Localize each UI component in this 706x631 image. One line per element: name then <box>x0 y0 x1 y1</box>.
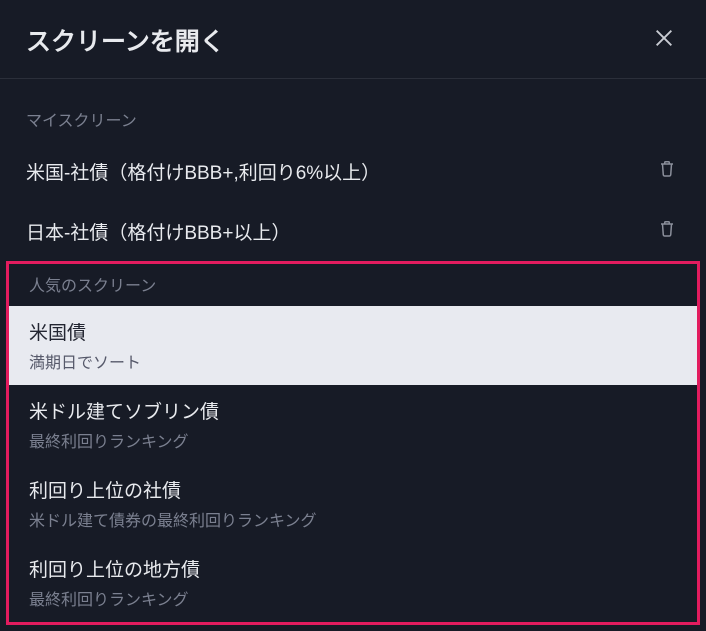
trash-icon <box>658 219 676 243</box>
popular-screen-title: 米国債 <box>29 318 677 345</box>
popular-screen-row[interactable]: 利回り上位の社債 米ドル建て債券の最終利回りランキング <box>9 464 697 543</box>
my-screen-label: 米国-社債（格付けBBB+,利回り6%以上） <box>26 158 380 185</box>
trash-icon <box>658 159 676 183</box>
delete-button[interactable] <box>654 155 680 187</box>
my-screens-label: マイスクリーン <box>0 79 706 141</box>
popular-screen-title: 利回り上位の地方債 <box>29 555 677 582</box>
popular-screens-highlight: 人気のスクリーン 米国債 満期日でソート 米ドル建てソブリン債 最終利回りランキ… <box>6 261 700 625</box>
close-icon <box>653 27 675 54</box>
popular-screen-subtitle: 満期日でソート <box>29 349 677 373</box>
close-button[interactable] <box>648 24 680 56</box>
popular-screen-title: 利回り上位の社債 <box>29 476 677 503</box>
my-screen-row[interactable]: 米国-社債（格付けBBB+,利回り6%以上） <box>0 141 706 201</box>
popular-screen-row[interactable]: 米国債 満期日でソート <box>9 306 697 385</box>
my-screen-row[interactable]: 日本-社債（格付けBBB+以上） <box>0 201 706 261</box>
popular-screens-label: 人気のスクリーン <box>9 264 697 306</box>
popular-screen-subtitle: 最終利回りランキング <box>29 586 677 610</box>
delete-button[interactable] <box>654 215 680 247</box>
popular-screen-row[interactable]: 利回り上位の地方債 最終利回りランキング <box>9 543 697 622</box>
dialog-title: スクリーンを開く <box>26 22 225 58</box>
popular-screen-title: 米ドル建てソブリン債 <box>29 397 677 424</box>
popular-screen-row[interactable]: 米ドル建てソブリン債 最終利回りランキング <box>9 385 697 464</box>
my-screen-label: 日本-社債（格付けBBB+以上） <box>26 218 290 245</box>
popular-screen-subtitle: 米ドル建て債券の最終利回りランキング <box>29 507 677 531</box>
popular-screen-subtitle: 最終利回りランキング <box>29 428 677 452</box>
